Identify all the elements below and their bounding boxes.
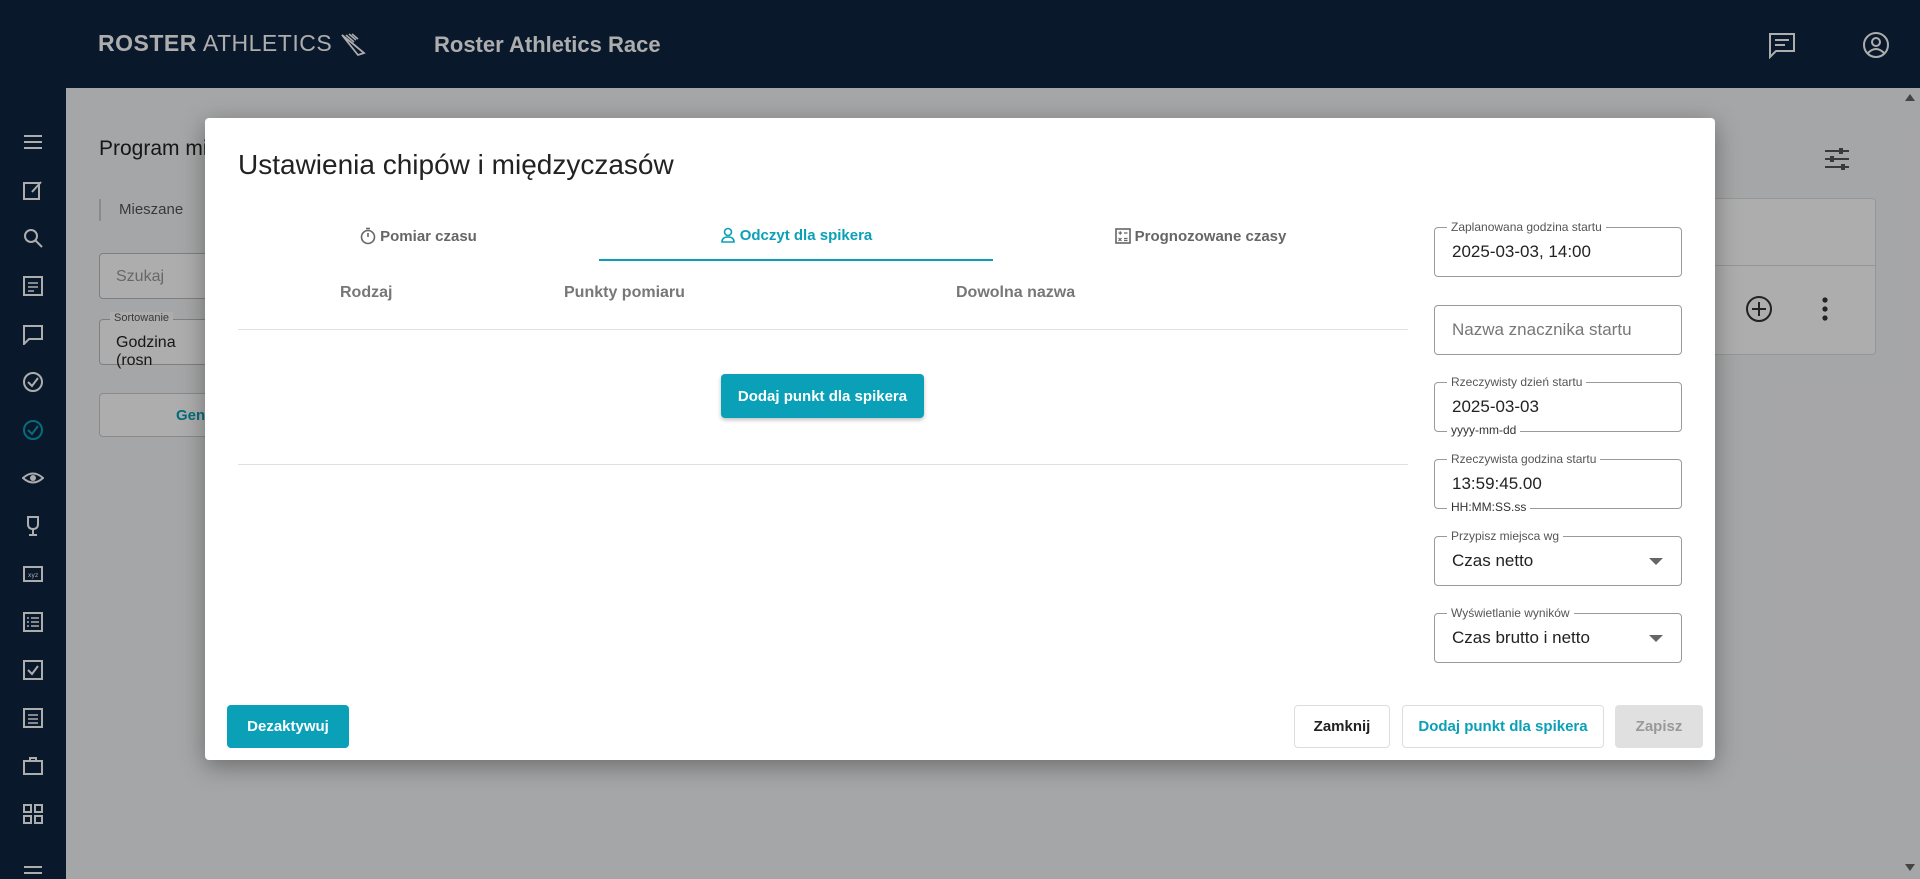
tab-timing-label: Pomiar czasu <box>380 227 477 245</box>
tab-predicted-label: Prognozowane czasy <box>1134 227 1287 245</box>
actual-start-day-hint: yyyy-mm-dd <box>1447 423 1521 437</box>
results-display-value: Czas brutto i netto <box>1452 628 1590 647</box>
tab-timing[interactable]: Pomiar czasu <box>238 211 599 261</box>
save-button[interactable]: Zapisz <box>1615 705 1703 748</box>
assign-places-value: Czas netto <box>1452 551 1534 570</box>
actual-start-day-field[interactable]: Rzeczywisty dzień startu 2025-03-03 yyyy… <box>1434 375 1682 437</box>
actual-start-time-hint: HH:MM:SS.ss <box>1447 500 1531 514</box>
column-type: Rodzaj <box>340 284 393 301</box>
actual-start-day-label: Rzeczywisty dzień startu <box>1447 375 1587 389</box>
close-button[interactable]: Zamknij <box>1294 705 1390 748</box>
actual-start-day-value: 2025-03-03 <box>1452 397 1539 416</box>
footer-add-speaker-point-button[interactable]: Dodaj punkt dla spikera <box>1402 705 1604 748</box>
tab-speaker-readout[interactable]: Odczyt dla spikera <box>599 211 993 261</box>
scroll-down-icon[interactable] <box>1904 863 1916 873</box>
chevron-down-icon <box>1649 558 1663 565</box>
planned-start-field[interactable]: Zaplanowana godzina startu 2025-03-03, 1… <box>1434 220 1682 277</box>
assign-places-label: Przypisz miejsca wg <box>1447 529 1564 543</box>
tab-predicted-times[interactable]: Prognozowane czasy <box>993 211 1408 261</box>
results-display-label: Wyświetlanie wyników <box>1447 606 1574 620</box>
planned-start-label: Zaplanowana godzina startu <box>1447 220 1606 234</box>
chip-settings-dialog: Ustawienia chipów i międzyczasów Pomiar … <box>205 118 1715 760</box>
actual-start-time-field[interactable]: Rzeczywista godzina startu 13:59:45.00 H… <box>1434 452 1682 514</box>
calculator-icon <box>1114 228 1131 244</box>
planned-start-value: 2025-03-03, 14:00 <box>1452 242 1591 261</box>
results-display-select[interactable]: Wyświetlanie wyników Czas brutto i netto <box>1434 606 1682 663</box>
table-header: Rodzaj Punkty pomiaru Dowolna nazwa <box>238 284 1408 330</box>
dialog-title: Ustawienia chipów i międzyczasów <box>238 149 674 180</box>
deactivate-button[interactable]: Dezaktywuj <box>227 705 349 748</box>
actual-start-time-label: Rzeczywista godzina startu <box>1447 452 1601 466</box>
scroll-up-icon[interactable] <box>1904 92 1916 102</box>
assign-places-select[interactable]: Przypisz miejsca wg Czas netto <box>1434 529 1682 586</box>
column-timing-points: Punkty pomiaru <box>564 284 685 301</box>
column-custom-name: Dowolna nazwa <box>956 284 1076 301</box>
start-marker-field[interactable]: Nazwa znacznika startu <box>1434 305 1682 355</box>
person-icon <box>720 227 735 243</box>
table-divider <box>238 464 1408 465</box>
tab-speaker-label: Odczyt dla spikera <box>739 226 873 244</box>
chevron-down-icon <box>1649 635 1663 642</box>
stopwatch-icon <box>360 227 376 245</box>
tab-bar: Pomiar czasu Odczyt dla spikera Prognozo… <box>238 211 1408 261</box>
actual-start-time-value: 13:59:45.00 <box>1452 474 1542 493</box>
add-speaker-point-button[interactable]: Dodaj punkt dla spikera <box>721 374 924 418</box>
start-marker-placeholder: Nazwa znacznika startu <box>1452 320 1632 339</box>
